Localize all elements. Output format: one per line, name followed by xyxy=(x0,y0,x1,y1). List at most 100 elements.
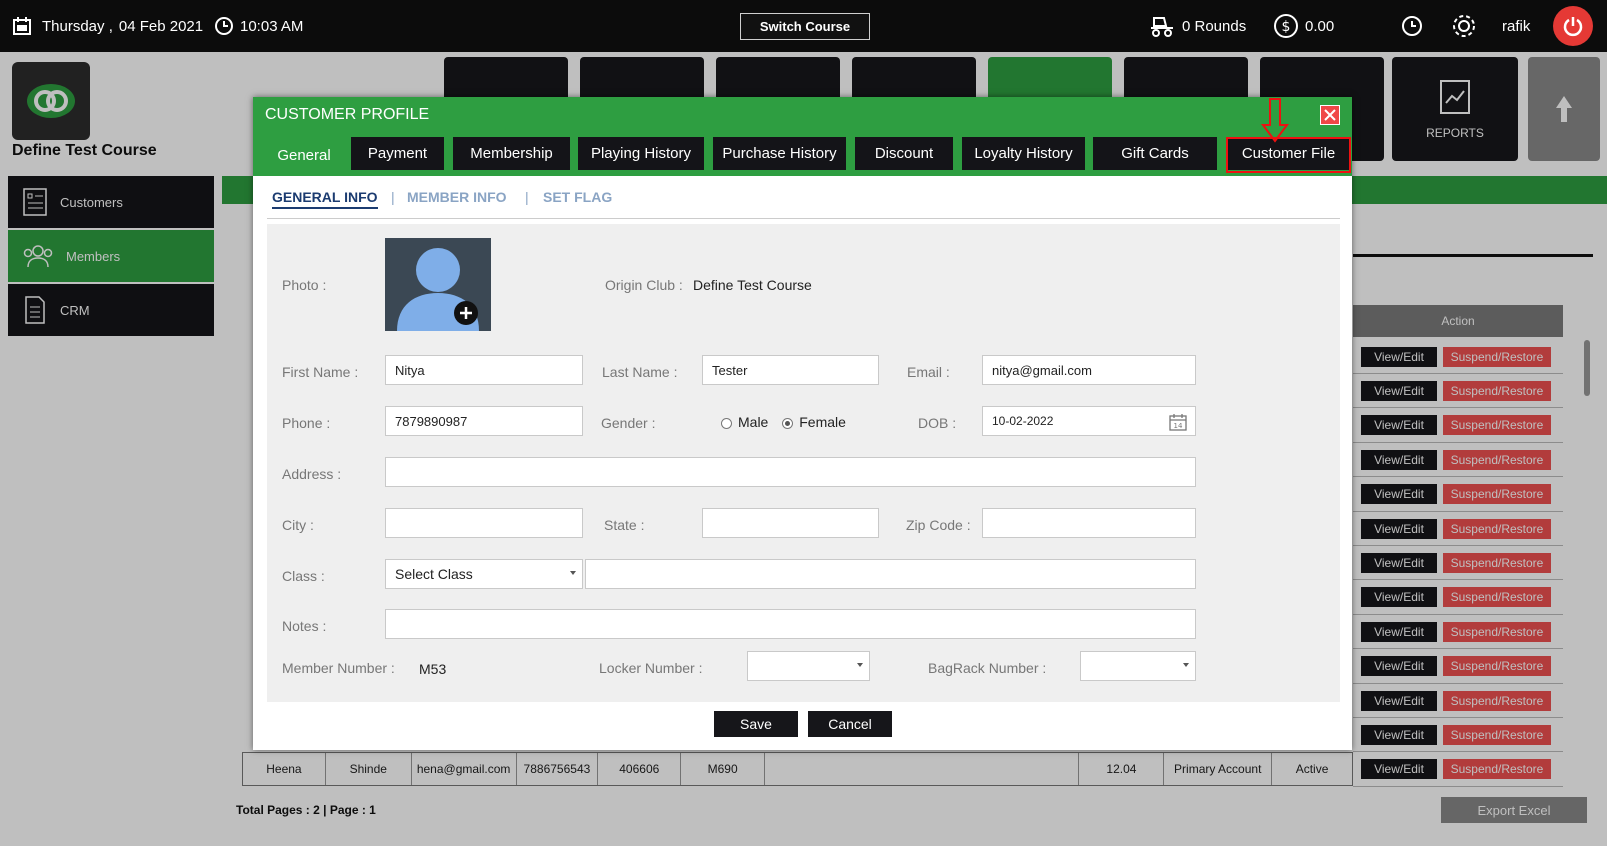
dob-input[interactable]: 10-02-2022 14 xyxy=(982,406,1196,436)
class-select[interactable]: Select Class xyxy=(385,559,583,589)
view-edit-button[interactable]: View/Edit xyxy=(1361,656,1437,677)
sidebar-item-members[interactable]: Members xyxy=(8,230,214,282)
table-row-actions: View/Edit Suspend/Restore xyxy=(1353,340,1563,374)
sidebar-item-crm[interactable]: CRM xyxy=(8,284,214,336)
save-button[interactable]: Save xyxy=(714,711,798,737)
suspend-restore-button[interactable]: Suspend/Restore xyxy=(1443,656,1551,677)
suspend-restore-button[interactable]: Suspend/Restore xyxy=(1443,587,1551,608)
switch-course-button[interactable]: Switch Course xyxy=(740,13,870,40)
close-button[interactable] xyxy=(1320,105,1340,125)
report-chart-icon xyxy=(1440,80,1470,114)
zip-code-input[interactable] xyxy=(982,508,1196,538)
customer-list-icon xyxy=(23,188,47,216)
cell-amount: 12.04 xyxy=(1079,753,1165,785)
user-name[interactable]: rafik xyxy=(1502,0,1530,52)
last-name-input[interactable]: Tester xyxy=(702,355,879,385)
view-edit-button[interactable]: View/Edit xyxy=(1361,415,1437,436)
first-name-input[interactable]: Nitya xyxy=(385,355,583,385)
male-radio[interactable]: Male xyxy=(721,414,768,430)
reports-button[interactable]: REPORTS xyxy=(1392,57,1518,161)
origin-club-value: Define Test Course xyxy=(693,277,812,293)
annotation-arrow-icon xyxy=(1261,98,1289,143)
member-number-label: Member Number : xyxy=(282,660,395,676)
cell-first-name: Heena xyxy=(243,753,326,785)
day-label: Thursday , xyxy=(42,17,113,35)
suspend-restore-button[interactable]: Suspend/Restore xyxy=(1443,415,1551,436)
view-edit-button[interactable]: View/Edit xyxy=(1361,587,1437,608)
suspend-restore-button[interactable]: Suspend/Restore xyxy=(1443,484,1551,505)
bagrack-number-select[interactable] xyxy=(1080,651,1196,681)
sidebar-item-customers[interactable]: Customers xyxy=(8,176,214,228)
tab-discount[interactable]: Discount xyxy=(855,137,953,173)
subtab-set-flag[interactable]: SET FLAG xyxy=(543,189,612,205)
chevron-down-icon xyxy=(1183,663,1189,667)
suspend-restore-button[interactable]: Suspend/Restore xyxy=(1443,724,1551,745)
subtab-general-info[interactable]: GENERAL INFO xyxy=(272,189,378,209)
city-input[interactable] xyxy=(385,508,583,538)
avatar-placeholder-icon xyxy=(397,248,479,331)
calendar-icon[interactable]: 14 xyxy=(1169,413,1187,431)
notes-input[interactable] xyxy=(385,609,1196,639)
view-edit-button[interactable]: View/Edit xyxy=(1361,518,1437,539)
view-edit-button[interactable]: View/Edit xyxy=(1361,759,1437,780)
tab-purchase-history[interactable]: Purchase History xyxy=(713,137,846,173)
tab-general[interactable]: General xyxy=(265,137,343,173)
suspend-restore-button[interactable]: Suspend/Restore xyxy=(1443,552,1551,573)
female-label: Female xyxy=(799,414,846,430)
table-row-actions: View/Edit Suspend/Restore xyxy=(1353,546,1563,581)
view-edit-button[interactable]: View/Edit xyxy=(1361,380,1437,401)
settings-button[interactable] xyxy=(1451,0,1477,52)
logo-icon xyxy=(27,84,75,118)
email-label: Email : xyxy=(907,364,950,380)
suspend-restore-button[interactable]: Suspend/Restore xyxy=(1443,380,1551,401)
subtab-separator: | xyxy=(525,189,529,205)
view-edit-button[interactable]: View/Edit xyxy=(1361,484,1437,505)
view-edit-button[interactable]: View/Edit xyxy=(1361,690,1437,711)
table-row-actions: View/Edit Suspend/Restore xyxy=(1353,684,1563,718)
zip-code-label: Zip Code : xyxy=(906,517,971,533)
table-row-actions: View/Edit Suspend/Restore xyxy=(1353,512,1563,546)
action-column-header: Action xyxy=(1353,305,1563,337)
suspend-restore-button[interactable]: Suspend/Restore xyxy=(1443,690,1551,711)
table-scrollbar[interactable] xyxy=(1584,340,1590,396)
scroll-top-button[interactable] xyxy=(1528,57,1600,161)
suspend-restore-button[interactable]: Suspend/Restore xyxy=(1443,518,1551,539)
tab-payment[interactable]: Payment xyxy=(351,137,444,173)
document-icon xyxy=(25,296,45,324)
state-input[interactable] xyxy=(702,508,879,538)
tab-playing-history[interactable]: Playing History xyxy=(578,137,704,173)
view-edit-button[interactable]: View/Edit xyxy=(1361,449,1437,470)
suspend-restore-button[interactable]: Suspend/Restore xyxy=(1443,621,1551,642)
cancel-button[interactable]: Cancel xyxy=(808,711,892,737)
suspend-restore-button[interactable]: Suspend/Restore xyxy=(1443,759,1551,780)
suspend-restore-button[interactable]: Suspend/Restore xyxy=(1443,346,1551,367)
view-edit-button[interactable]: View/Edit xyxy=(1361,724,1437,745)
locker-number-select[interactable] xyxy=(747,651,870,681)
class-description-input[interactable] xyxy=(585,559,1196,589)
table-row-actions: View/Edit Suspend/Restore xyxy=(1353,374,1563,409)
view-edit-button[interactable]: View/Edit xyxy=(1361,552,1437,573)
cell-email: hena@gmail.com xyxy=(412,753,517,785)
origin-club-label: Origin Club : xyxy=(605,277,683,293)
tab-membership[interactable]: Membership xyxy=(453,137,570,173)
date-label: 04 Feb 2021 xyxy=(118,17,204,35)
female-radio[interactable]: Female xyxy=(782,414,846,430)
bagrack-number-label: BagRack Number : xyxy=(928,660,1047,676)
export-excel-button[interactable]: Export Excel xyxy=(1441,797,1587,823)
suspend-restore-button[interactable]: Suspend/Restore xyxy=(1443,449,1551,470)
phone-input[interactable]: 7879890987 xyxy=(385,406,583,436)
subtab-member-info[interactable]: MEMBER INFO xyxy=(407,189,507,205)
view-edit-button[interactable]: View/Edit xyxy=(1361,621,1437,642)
reports-label: REPORTS xyxy=(1426,126,1484,140)
profile-photo[interactable] xyxy=(385,238,491,331)
view-edit-button[interactable]: View/Edit xyxy=(1361,346,1437,367)
chevron-down-icon xyxy=(570,571,576,575)
email-input[interactable]: nitya@gmail.com xyxy=(982,355,1196,385)
tab-gift-cards[interactable]: Gift Cards xyxy=(1093,137,1217,173)
top-bar: Thursday , 04 Feb 2021 10:03 AM Switch C… xyxy=(0,0,1607,52)
history-button[interactable] xyxy=(1401,0,1423,52)
logout-button[interactable] xyxy=(1553,6,1593,46)
address-input[interactable] xyxy=(385,457,1196,487)
tab-loyalty-history[interactable]: Loyalty History xyxy=(962,137,1085,173)
table-row[interactable]: Heena Shinde hena@gmail.com 7886756543 4… xyxy=(242,752,1353,786)
